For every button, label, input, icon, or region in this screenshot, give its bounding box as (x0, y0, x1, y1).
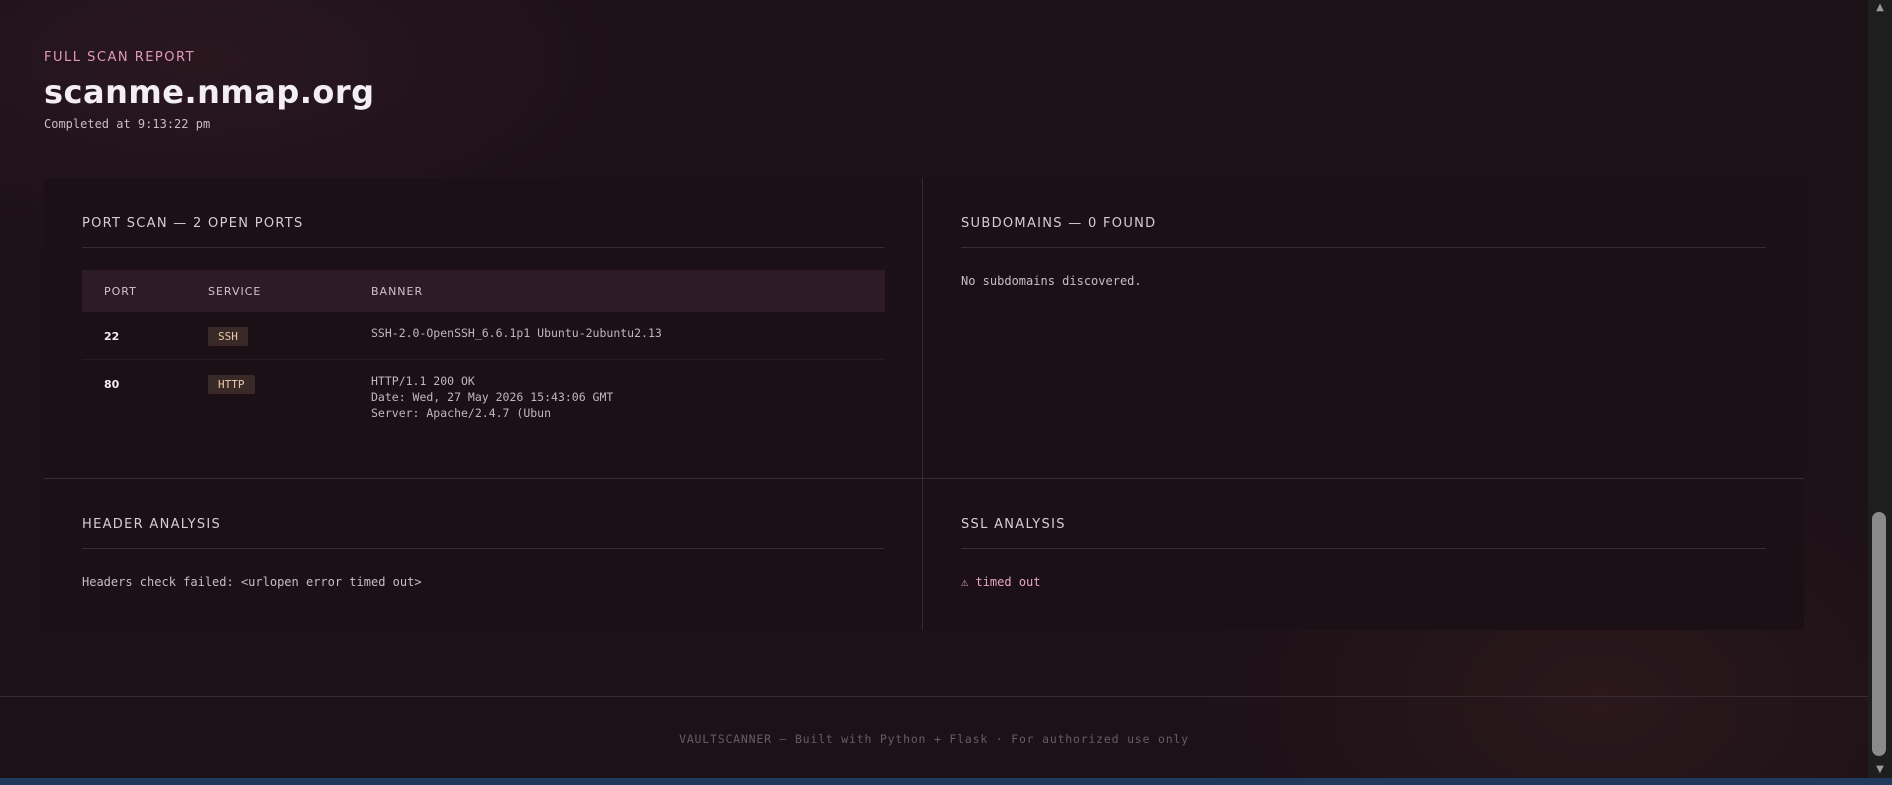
vertical-scrollbar[interactable]: ▲ ▼ (1868, 0, 1892, 778)
warning-icon: ⚠ (961, 575, 969, 589)
banner-cell: SSH-2.0-OpenSSH_6.6.1p1 Ubuntu-2ubuntu2.… (371, 325, 885, 341)
banner-line: Server: Apache/2.4.7 (Ubun (371, 406, 552, 420)
subdomains-title: SUBDOMAINS — 0 FOUND (961, 216, 1766, 248)
service-badge: SSH (208, 327, 248, 346)
banner-cell: HTTP/1.1 200 OK Date: Wed, 27 May 2026 1… (371, 373, 885, 421)
scroll-down-arrow-icon[interactable]: ▼ (1868, 762, 1892, 778)
footer-divider (0, 696, 1868, 697)
ssl-error-message: timed out (975, 575, 1041, 589)
column-header-port: PORT (104, 284, 137, 298)
port-table-header: PORT SERVICE BANNER (82, 270, 885, 312)
banner-line: HTTP/1.1 200 OK (371, 374, 475, 388)
table-row: 80 HTTP HTTP/1.1 200 OK Date: Wed, 27 Ma… (82, 360, 885, 434)
page-title: scanme.nmap.org (44, 73, 375, 111)
page-viewport: FULL SCAN REPORT scanme.nmap.org Complet… (0, 0, 1868, 778)
ssl-error: ⚠ timed out (961, 575, 1766, 589)
subdomains-panel: SUBDOMAINS — 0 FOUND No subdomains disco… (923, 178, 1804, 479)
port-number: 80 (104, 378, 120, 391)
scrollbar-thumb[interactable] (1872, 512, 1886, 756)
report-grid: PORT SCAN — 2 OPEN PORTS PORT SERVICE BA… (44, 178, 1804, 630)
window-bottom-edge (0, 778, 1892, 785)
column-header-banner: BANNER (371, 284, 424, 298)
header-analysis-panel: HEADER ANALYSIS Headers check failed: <u… (44, 479, 923, 630)
port-scan-title: PORT SCAN — 2 OPEN PORTS (82, 216, 884, 248)
port-scan-panel: PORT SCAN — 2 OPEN PORTS PORT SERVICE BA… (44, 178, 923, 479)
banner-line: SSH-2.0-OpenSSH_6.6.1p1 Ubuntu-2ubuntu2.… (371, 326, 662, 340)
ssl-analysis-panel: SSL ANALYSIS ⚠ timed out (923, 479, 1804, 630)
service-badge: HTTP (208, 375, 255, 394)
report-eyebrow: FULL SCAN REPORT (44, 50, 196, 65)
subdomains-message: No subdomains discovered. (961, 274, 1142, 288)
port-number: 22 (104, 330, 120, 343)
completed-timestamp: Completed at 9:13:22 pm (44, 117, 211, 131)
column-header-service: SERVICE (208, 284, 262, 298)
header-analysis-title: HEADER ANALYSIS (82, 517, 884, 549)
ssl-analysis-title: SSL ANALYSIS (961, 517, 1766, 549)
banner-line: Date: Wed, 27 May 2026 15:43:06 GMT (371, 390, 614, 404)
report-header: FULL SCAN REPORT scanme.nmap.org Complet… (44, 50, 375, 131)
scroll-up-arrow-icon[interactable]: ▲ (1868, 0, 1892, 16)
footer-text: VAULTSCANNER — Built with Python + Flask… (679, 732, 1189, 746)
header-analysis-message: Headers check failed: <urlopen error tim… (82, 575, 422, 589)
port-table: PORT SERVICE BANNER 22 SSH SSH-2.0-OpenS… (82, 270, 885, 434)
table-row: 22 SSH SSH-2.0-OpenSSH_6.6.1p1 Ubuntu-2u… (82, 312, 885, 360)
